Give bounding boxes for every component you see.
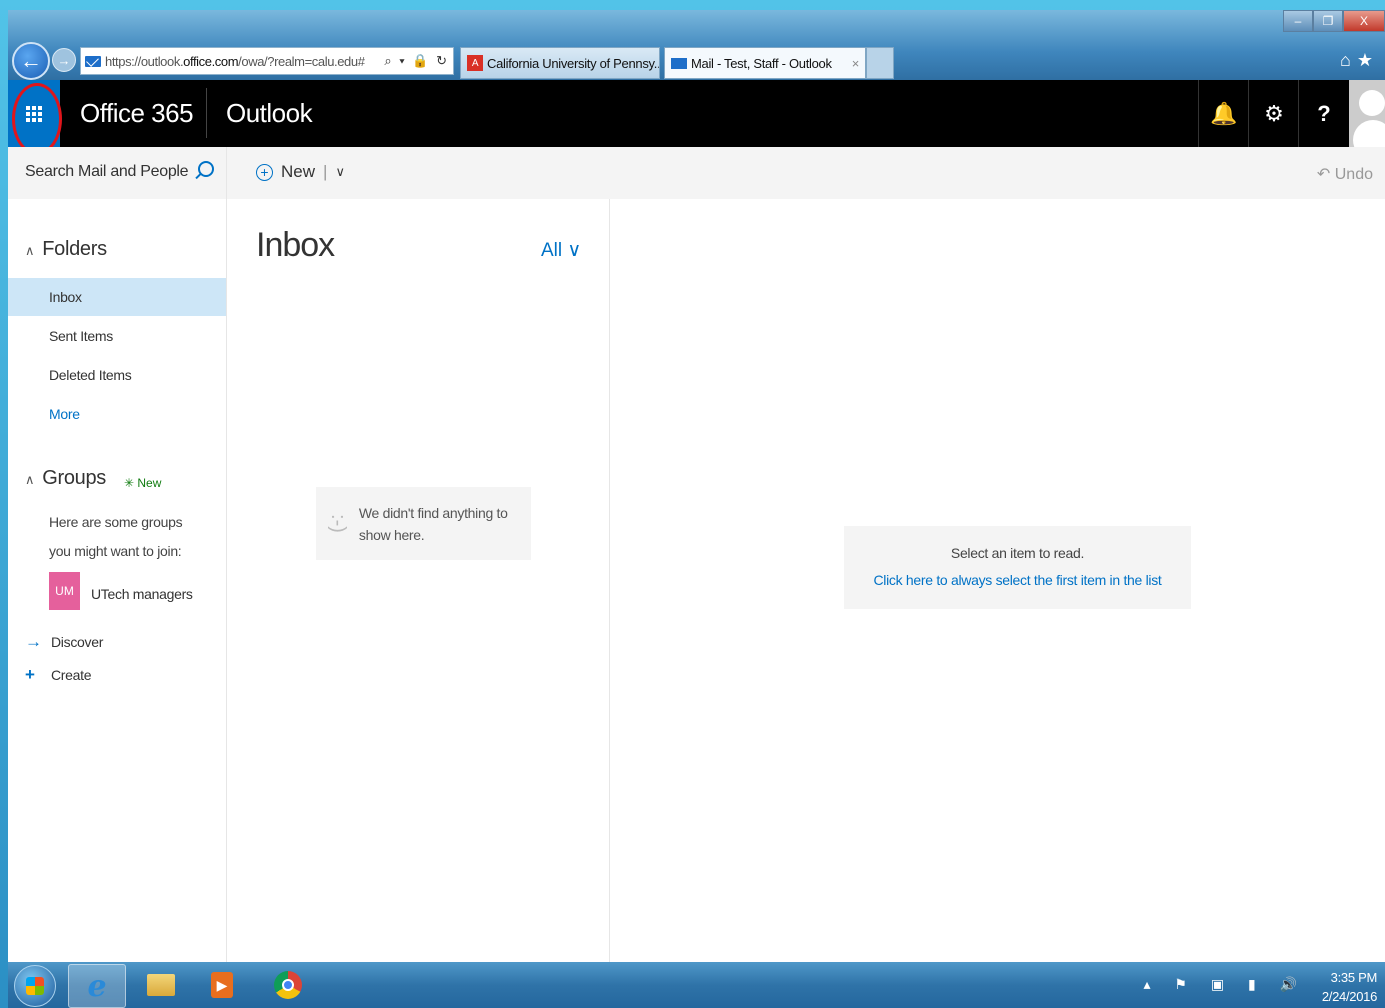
new-label: New bbox=[281, 162, 316, 181]
bell-icon[interactable]: 🔔 bbox=[1198, 80, 1249, 147]
chevron-up-icon: ∧ bbox=[25, 243, 35, 258]
undo-icon: ↶ bbox=[1316, 166, 1335, 183]
tab-close-icon[interactable]: × bbox=[852, 56, 860, 71]
groups-hint: Here are some groups bbox=[49, 514, 183, 530]
home-favorites-icon[interactable]: ⌂★ bbox=[1340, 50, 1379, 71]
folder-sent-items[interactable]: Sent Items bbox=[8, 317, 226, 355]
address-url: https://outlook.office.com/owa/?realm=ca… bbox=[105, 53, 365, 69]
desktop: ← → https://outlook.office.com/owa/?real… bbox=[0, 0, 1385, 1008]
reading-pane: Select an item to read. Click here to al… bbox=[610, 199, 1385, 962]
search-box[interactable]: Search Mail and People bbox=[8, 147, 226, 199]
filter-dropdown[interactable]: All ∨ bbox=[541, 239, 581, 262]
page-title: Inbox bbox=[256, 226, 335, 264]
close-window-icon[interactable]: X bbox=[1343, 10, 1385, 32]
folder-more-link[interactable]: More bbox=[8, 395, 226, 433]
app-title[interactable]: Outlook bbox=[226, 98, 313, 129]
new-mail-button[interactable]: + New | ∨ bbox=[256, 162, 345, 182]
mail-favicon-icon bbox=[85, 55, 101, 67]
sparkle-icon: ✳ bbox=[124, 476, 138, 490]
system-tray-icons[interactable]: ▴ ⚑ ▣ ▮ 🔊 bbox=[1144, 976, 1308, 993]
message-list-pane: Inbox All ∨ :-) We didn't find anything … bbox=[227, 199, 610, 962]
group-tile-avatar[interactable]: UM bbox=[49, 572, 80, 610]
tab-outlook-mail[interactable]: Mail - Test, Staff - Outlook × bbox=[664, 47, 866, 79]
browser-chrome: ← → https://outlook.office.com/owa/?real… bbox=[8, 10, 1385, 80]
groups-hint: you might want to join: bbox=[49, 543, 182, 559]
create-link[interactable]: + Create bbox=[25, 665, 92, 685]
chevron-down-icon[interactable]: ∨ bbox=[335, 164, 345, 180]
reading-placeholder: Select an item to read. Click here to al… bbox=[844, 526, 1191, 609]
gear-icon[interactable]: ⚙ bbox=[1248, 80, 1299, 147]
new-groups-badge[interactable]: ✳ New bbox=[124, 476, 161, 490]
header-divider bbox=[206, 88, 207, 138]
discover-link[interactable]: → Discover bbox=[25, 632, 103, 652]
folder-deleted-items[interactable]: Deleted Items bbox=[8, 356, 226, 394]
tab-california-university[interactable]: A California University of Pennsy... bbox=[460, 47, 660, 79]
address-bar[interactable]: https://outlook.office.com/owa/?realm=ca… bbox=[80, 47, 454, 75]
plus-icon: + bbox=[25, 665, 35, 684]
command-bar: + New | ∨ ↶ Undo bbox=[227, 147, 1385, 199]
tab-title: Mail - Test, Staff - Outlook bbox=[691, 55, 832, 71]
main-content: Search Mail and People ∧ Folders Inbox Se… bbox=[8, 147, 1385, 962]
media-player-icon[interactable]: ▶ bbox=[194, 964, 250, 1006]
groups-header[interactable]: ∧ Groups bbox=[25, 467, 106, 490]
address-tools-icon[interactable]: ⌕ ▾ 🔒 ↻ bbox=[380, 53, 453, 69]
sidebar: Search Mail and People ∧ Folders Inbox Se… bbox=[8, 147, 227, 962]
separator: | bbox=[323, 162, 328, 181]
mail-icon bbox=[671, 57, 687, 69]
new-tab-button[interactable] bbox=[866, 47, 894, 79]
taskbar: e ▶ ▴ ⚑ ▣ ▮ 🔊 3:35 PM 2/24/2016 bbox=[8, 962, 1385, 1008]
chevron-down-icon: ∨ bbox=[567, 240, 582, 261]
highlight-ring bbox=[12, 83, 62, 155]
brand-title[interactable]: Office 365 bbox=[80, 98, 194, 129]
restore-icon[interactable]: ❐ bbox=[1313, 10, 1343, 32]
folders-header[interactable]: ∧ Folders bbox=[25, 238, 107, 261]
tab-title: California University of Pennsy... bbox=[487, 55, 660, 71]
chrome-icon[interactable] bbox=[260, 964, 316, 1006]
folder-inbox[interactable]: Inbox bbox=[8, 278, 226, 316]
empty-state: :-) We didn't find anything to show here… bbox=[316, 487, 531, 560]
start-button[interactable] bbox=[14, 965, 56, 1007]
minimize-icon[interactable]: – bbox=[1283, 10, 1313, 32]
search-input[interactable]: Search Mail and People bbox=[25, 163, 189, 181]
undo-button[interactable]: ↶ Undo bbox=[1317, 164, 1373, 184]
search-icon[interactable] bbox=[198, 161, 214, 177]
app-header: Office 365 Outlook 🔔 ⚙ ? bbox=[8, 80, 1385, 155]
back-arrow-icon[interactable]: ← bbox=[12, 42, 50, 80]
clock[interactable]: 3:35 PM 2/24/2016 bbox=[1322, 968, 1377, 1006]
empty-message: We didn't find anything to show here. bbox=[358, 504, 508, 543]
arrow-right-icon: → bbox=[25, 632, 42, 651]
avatar[interactable] bbox=[1349, 80, 1385, 147]
chevron-up-icon: ∧ bbox=[25, 472, 35, 487]
pdf-icon: A bbox=[467, 55, 483, 71]
internet-explorer-icon[interactable]: e bbox=[68, 964, 126, 1008]
select-first-item-link[interactable]: Click here to always select the first it… bbox=[844, 572, 1191, 588]
help-icon[interactable]: ? bbox=[1298, 80, 1349, 147]
reading-hint: Select an item to read. bbox=[950, 545, 1085, 561]
window-controls: – ❐ X bbox=[1283, 10, 1385, 32]
smiley-icon: :-) bbox=[326, 514, 349, 533]
group-name[interactable]: UTech managers bbox=[91, 586, 193, 602]
plus-circle-icon: + bbox=[256, 163, 273, 181]
forward-arrow-icon[interactable]: → bbox=[52, 48, 76, 72]
file-explorer-icon[interactable] bbox=[133, 964, 189, 1006]
